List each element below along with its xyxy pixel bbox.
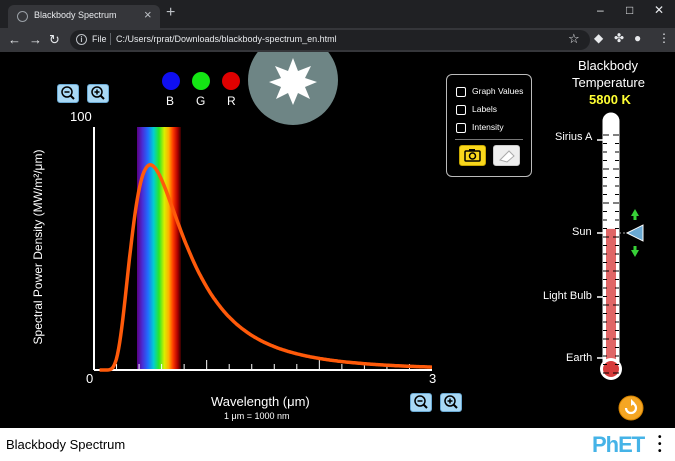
puzzle-extensions-icon[interactable]: ✤ [614,31,624,45]
profile-extension-icon[interactable]: ◆ [594,31,603,45]
temperature-slider[interactable] [625,209,644,257]
thermometer-fill [606,228,616,370]
reset-all-button[interactable] [617,394,647,424]
slider-thumb-icon[interactable] [625,224,644,242]
browser-tab-strip: Blackbody Spectrum × + – □ ✕ [0,0,675,28]
forward-icon[interactable]: → [29,32,42,48]
info-icon[interactable]: i [76,34,87,45]
arrow-up-icon [631,209,639,216]
reload-icon[interactable]: ↻ [49,32,60,48]
url-scheme: File [92,34,107,44]
url-text[interactable]: C:/Users/rprat/Downloads/blackbody-spect… [116,34,337,44]
new-tab-icon[interactable]: + [166,5,175,21]
browser-menu-icon[interactable]: ⋮ [658,31,670,45]
globe-icon [17,11,28,22]
url-separator [110,33,111,45]
mark-light-bulb: Light Bulb [543,290,592,302]
mark-sirius-a: Sirius A [555,131,593,143]
arrow-down-icon [631,250,639,257]
close-window-icon[interactable]: ✕ [654,2,664,18]
arrow-down-stem [633,246,637,250]
phet-logo[interactable]: PhET [592,432,645,458]
sim-title: Blackbody Spectrum [6,437,126,452]
maximize-icon[interactable]: □ [626,2,633,18]
minimize-icon[interactable]: – [597,2,604,18]
back-icon[interactable]: ← [8,32,21,48]
thermometer-bulb [603,361,619,377]
avatar-icon[interactable]: ● [634,31,641,45]
phet-navbar: Blackbody Spectrum PhET • • • [0,428,675,461]
mark-earth: Earth [566,352,593,364]
tab-close-icon[interactable]: × [144,8,152,22]
thermometer [597,112,644,380]
tab-title: Blackbody Spectrum [34,10,117,20]
address-bar[interactable]: i File C:/Users/rprat/Downloads/blackbod… [70,30,590,50]
bookmark-star-icon[interactable]: ☆ [568,31,580,47]
browser-tab[interactable]: Blackbody Spectrum × [8,5,160,28]
phet-menu-icon[interactable]: • • • [658,433,662,457]
simulation-area: B G R 100 0 3 Wavelength (μm) 1 μm = 100… [0,52,675,428]
mark-sun: Sun [572,226,592,238]
arrow-up-stem [633,216,637,220]
